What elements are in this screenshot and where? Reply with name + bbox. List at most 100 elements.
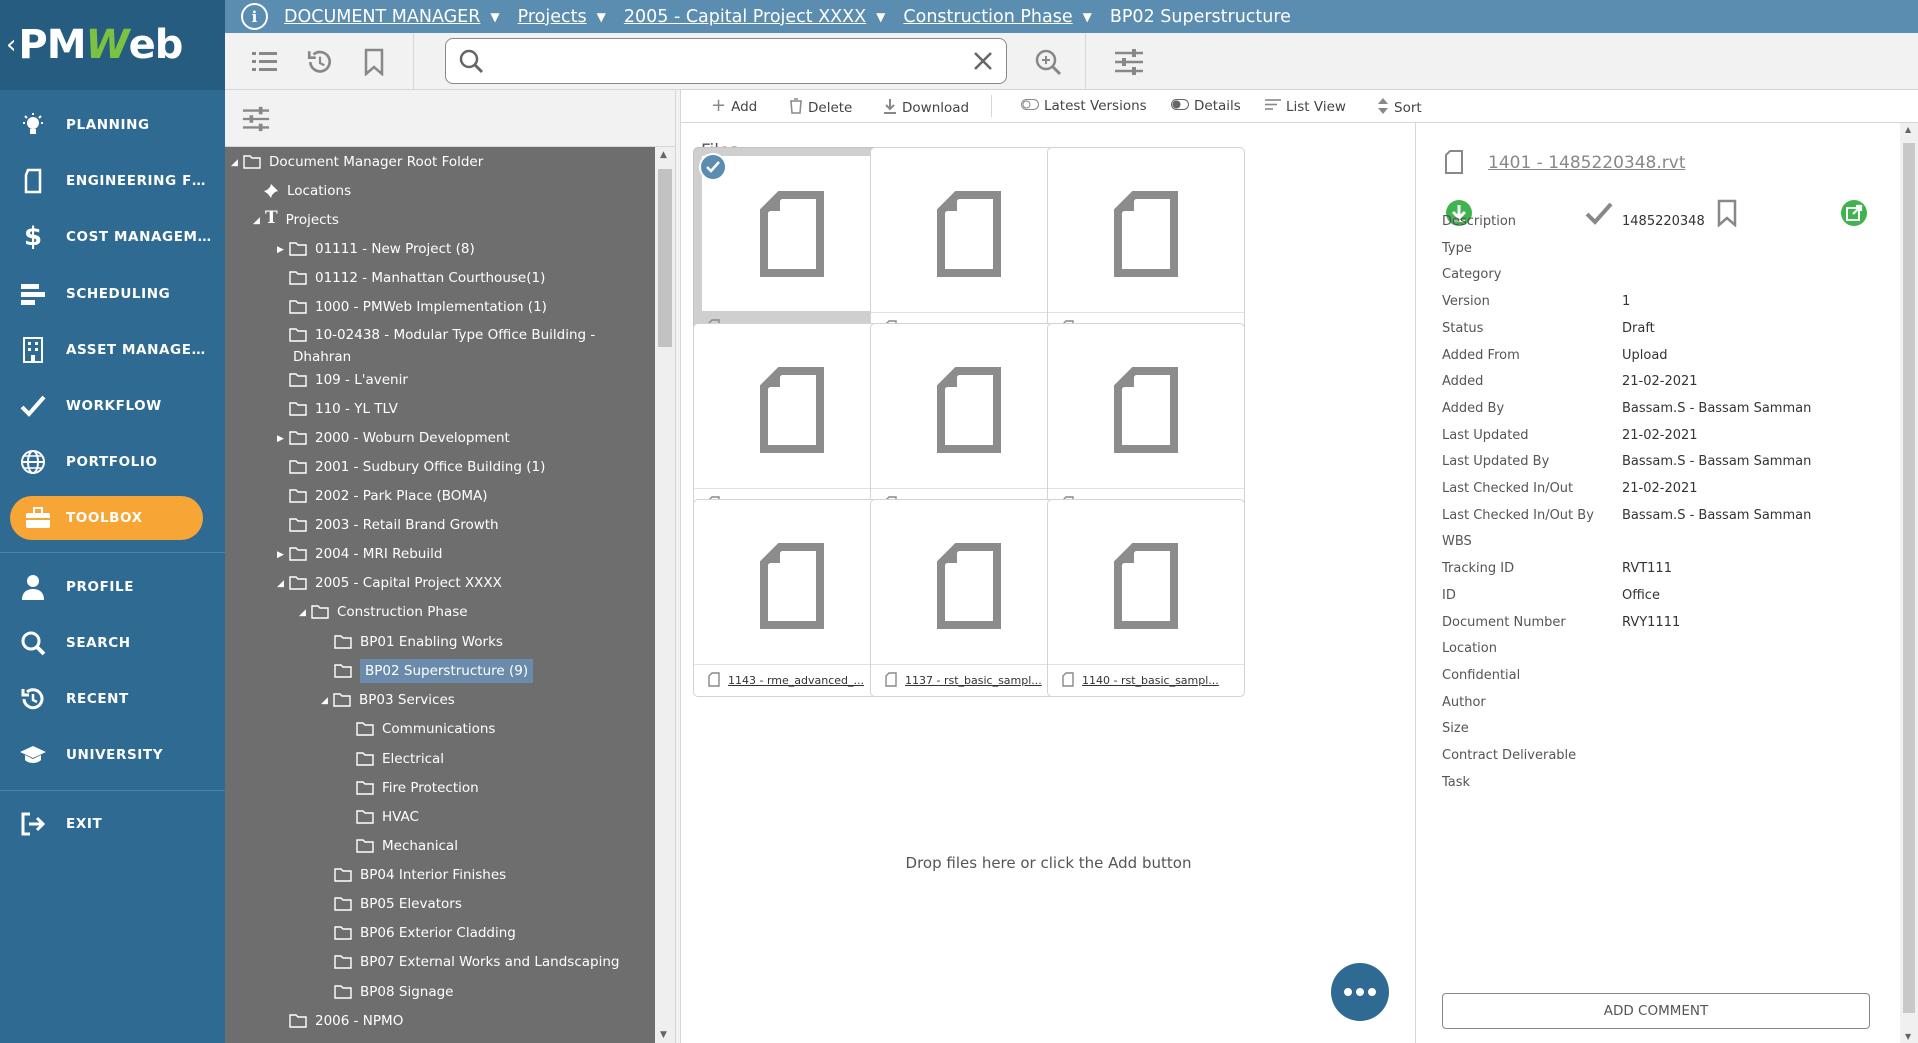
tree-node[interactable]: Communications	[356, 720, 495, 741]
file-card[interactable]: 1139 - rac_advanced_s...	[1047, 147, 1245, 345]
file-card[interactable]: 1138 - rac_basic_samp...	[693, 323, 891, 521]
tree-node[interactable]: ◢ Document Manager Root Folder	[231, 153, 483, 174]
list-view-button[interactable]: List View	[1265, 98, 1346, 115]
nav-toolbox[interactable]: TOOLBOX	[10, 496, 203, 540]
tree-node[interactable]: Locations	[261, 182, 351, 204]
tree-node[interactable]: 1000 - PMWeb Implementation (1)	[289, 298, 547, 319]
tree-node[interactable]: 109 - L'avenir	[289, 371, 408, 392]
download-button[interactable]: Download	[883, 98, 969, 118]
scroll-up-icon[interactable]: ▲	[1905, 125, 1911, 134]
tree-scrollbar-thumb[interactable]	[658, 169, 672, 347]
tree-node[interactable]: ▶ 2004 - MRI Rebuild	[277, 545, 442, 566]
expand-open-icon[interactable]: ◢	[253, 212, 265, 230]
tree-node[interactable]: BP04 Interior Finishes	[334, 866, 506, 887]
file-card[interactable]: 1137 - rst_basic_sampl...	[870, 499, 1068, 697]
nav-university[interactable]: UNIVERSITY	[0, 729, 225, 781]
nav-recent[interactable]: RECENT	[0, 673, 225, 725]
file-name-link[interactable]: 1140 - rst_basic_sampl...	[1082, 674, 1219, 687]
file-thumbnail[interactable]	[1056, 508, 1236, 663]
pmweb-logo[interactable]: ‹ PMWeb	[0, 0, 225, 90]
breadcrumb-item[interactable]: DOCUMENT MANAGER ▼	[284, 7, 500, 27]
breadcrumb-item[interactable]: Projects ▼	[518, 7, 606, 27]
tree-node[interactable]: 2002 - Park Place (BOMA)	[289, 487, 488, 508]
nav-workflow[interactable]: WORKFLOW	[0, 380, 225, 432]
tree-node[interactable]: ◢ T Projects	[253, 209, 339, 230]
breadcrumb-item[interactable]: 2005 - Capital Project XXXX ▼	[624, 7, 886, 27]
latest-versions-toggle[interactable]: Latest Versions	[1021, 98, 1147, 114]
scroll-up-icon[interactable]: ▲	[660, 150, 667, 160]
search-box[interactable]	[445, 38, 1007, 84]
tree-node[interactable]: BP08 Signage	[334, 983, 453, 1004]
tree-node[interactable]: Electrical	[356, 750, 444, 771]
expand-closed-icon[interactable]: ▶	[277, 546, 289, 564]
nav-profile[interactable]: PROFILE	[0, 561, 225, 613]
file-card[interactable]: 1141 - rac_basic_sampl...	[870, 323, 1068, 521]
breadcrumb-item[interactable]: Construction Phase ▼	[903, 7, 1091, 27]
sort-button[interactable]: Sort	[1377, 98, 1422, 118]
delete-button[interactable]: Delete	[789, 98, 852, 118]
expand-open-icon[interactable]: ◢	[231, 154, 243, 172]
tree-node[interactable]: ▶ 01111 - New Project (8)	[277, 240, 475, 261]
tree-node[interactable]: BP01 Enabling Works	[334, 633, 503, 654]
file-thumbnail[interactable]	[702, 156, 882, 311]
details-file-title[interactable]: 1401 - 1485220348.rvt	[1488, 153, 1685, 173]
add-comment-button[interactable]: ADD COMMENT	[1442, 993, 1870, 1029]
file-card[interactable]: 1140 - rst_basic_sampl...	[1047, 499, 1245, 697]
tree-node[interactable]: ◢ 2005 - Capital Project XXXX	[277, 574, 502, 595]
chevron-down-icon[interactable]: ▼	[490, 10, 499, 24]
tree-node-selected[interactable]: BP02 Superstructure (9)	[334, 659, 534, 683]
chevron-down-icon[interactable]: ▼	[1083, 10, 1092, 24]
expand-open-icon[interactable]: ◢	[321, 692, 333, 710]
clear-search-icon[interactable]	[972, 50, 994, 76]
chevron-down-icon[interactable]: ▼	[597, 10, 606, 24]
tree-node[interactable]: BP05 Elevators	[334, 895, 462, 916]
chevron-down-icon[interactable]: ▼	[876, 10, 885, 24]
details-scrollbar[interactable]: ▲ ▼	[1900, 123, 1918, 1043]
file-card[interactable]: 1401 - 1485220348.rvt	[693, 147, 891, 345]
file-card[interactable]: 1143 - rme_advanced_...	[693, 499, 891, 697]
tree-node[interactable]: 01112 - Manhattan Courthouse(1)	[289, 269, 545, 290]
tree-node[interactable]: BP07 External Works and Landscaping	[334, 953, 619, 974]
tree-node[interactable]: Mechanical	[356, 837, 458, 858]
settings-sliders-icon[interactable]	[1112, 45, 1146, 79]
history-icon[interactable]	[303, 45, 337, 79]
file-thumbnail[interactable]	[879, 156, 1059, 311]
scroll-down-icon[interactable]: ▼	[1905, 1032, 1911, 1041]
file-name-link[interactable]: 1137 - rst_basic_sampl...	[905, 674, 1042, 687]
tree-scrollbar[interactable]: ▲ ▼	[655, 147, 675, 1043]
search-input[interactable]	[494, 47, 954, 75]
drop-zone-hint[interactable]: Drop files here or click the Add button	[681, 854, 1416, 872]
details-scrollbar-thumb[interactable]	[1903, 143, 1915, 1013]
tree-node[interactable]: Fire Protection	[356, 779, 479, 800]
nav-asset-management[interactable]: ASSET MANAGEME...	[0, 324, 225, 376]
file-thumbnail[interactable]	[1056, 332, 1236, 487]
file-thumbnail[interactable]	[702, 332, 882, 487]
file-card[interactable]: 1136 - rac_advanced_s...	[870, 147, 1068, 345]
file-caption[interactable]: 1137 - rst_basic_sampl...	[871, 664, 1067, 696]
tree-node[interactable]: ◢ Construction Phase	[299, 603, 468, 624]
details-toggle[interactable]: Details	[1171, 98, 1241, 114]
nav-portfolio[interactable]: PORTFOLIO	[0, 436, 225, 488]
zoom-search-icon[interactable]	[1031, 45, 1065, 79]
file-thumbnail[interactable]	[702, 508, 882, 663]
file-name-link[interactable]: 1143 - rme_advanced_...	[728, 674, 864, 687]
selected-check-icon[interactable]	[699, 153, 727, 181]
nav-engineering-forms[interactable]: ENGINEERING FOR...	[0, 155, 225, 207]
tree-node[interactable]: 10-02438 - Modular Type Office Building …	[289, 326, 595, 347]
list-icon[interactable]	[248, 45, 282, 79]
tree-node[interactable]: HVAC	[356, 808, 419, 829]
file-caption[interactable]: 1143 - rme_advanced_...	[694, 664, 890, 696]
file-card[interactable]: 1142 - rme_advanced_...	[1047, 323, 1245, 521]
file-thumbnail[interactable]	[879, 332, 1059, 487]
nav-search[interactable]: SEARCH	[0, 617, 225, 669]
expand-closed-icon[interactable]: ▶	[277, 430, 289, 448]
tree-node[interactable]: ◢ BP03 Services	[321, 691, 455, 712]
tree-node[interactable]: 2001 - Sudbury Office Building (1)	[289, 458, 545, 479]
tree-node[interactable]: ▶ 2000 - Woburn Development	[277, 429, 510, 450]
more-actions-button[interactable]	[1331, 963, 1389, 1021]
info-icon[interactable]: i	[241, 3, 268, 30]
tree-node[interactable]: BP06 Exterior Cladding	[334, 924, 516, 945]
scroll-down-icon[interactable]: ▼	[660, 1030, 667, 1040]
file-caption[interactable]: 1140 - rst_basic_sampl...	[1048, 664, 1244, 696]
nav-cost-management[interactable]: $ COST MANAGEMENT	[0, 211, 225, 263]
